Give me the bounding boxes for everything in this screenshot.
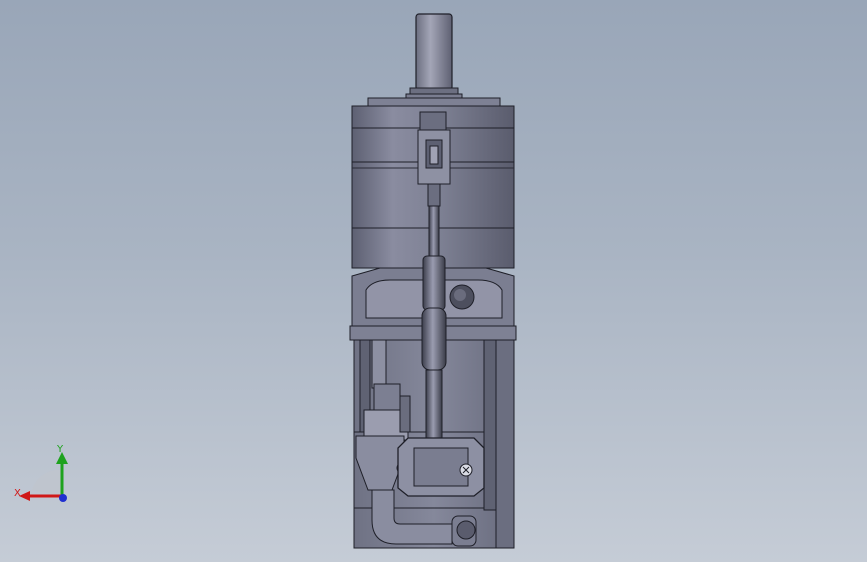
- y-axis-label: Y: [56, 444, 64, 455]
- output-shaft[interactable]: [405, 13, 463, 101]
- connector-plate[interactable]: [397, 437, 485, 497]
- triad-plane: [32, 469, 62, 496]
- axis-triad: Y X: [14, 444, 68, 502]
- x-axis-label: X: [14, 488, 21, 499]
- z-axis-dot: [59, 494, 67, 502]
- motor-assembly-model[interactable]: [0, 0, 867, 562]
- graphics-viewport[interactable]: Y X: [0, 0, 867, 562]
